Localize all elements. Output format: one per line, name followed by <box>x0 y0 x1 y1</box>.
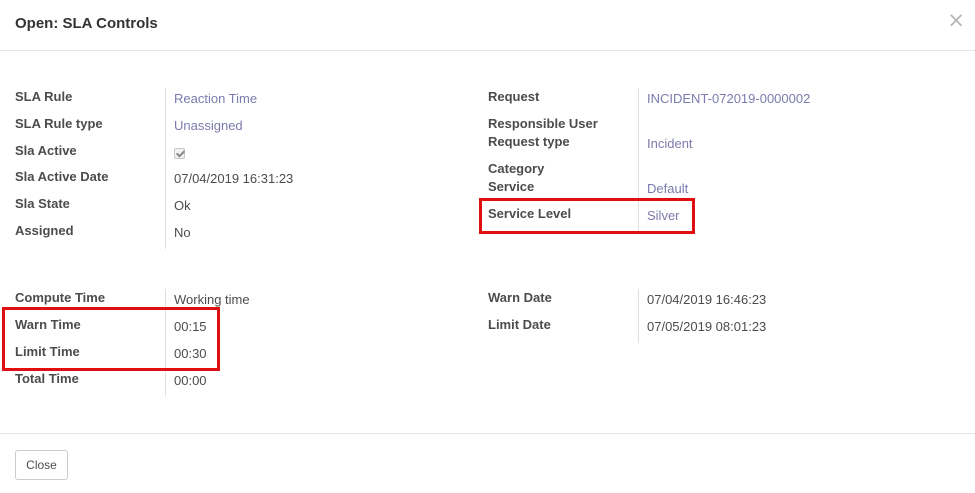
field-divider <box>638 289 639 343</box>
sla-active-checkbox <box>174 148 185 159</box>
field-label-service: Service <box>488 179 535 194</box>
field-value-sla-active-date: 07/04/2019 16:31:23 <box>174 171 294 186</box>
field-label-sla-rule: SLA Rule <box>15 89 73 104</box>
field-label-compute-time: Compute Time <box>15 290 106 305</box>
close-icon[interactable]: × <box>947 8 965 32</box>
field-divider <box>165 88 166 249</box>
field-value-limit-date: 07/05/2019 08:01:23 <box>647 319 767 334</box>
field-label-sla-active: Sla Active <box>15 143 77 158</box>
field-label-sla-state: Sla State <box>15 196 70 211</box>
field-value-compute-time: Working time <box>174 292 250 307</box>
field-value-request-type[interactable]: Incident <box>647 136 693 151</box>
field-value-service[interactable]: Default <box>647 181 688 196</box>
field-label-request: Request <box>488 89 540 104</box>
field-value-sla-rule-type[interactable]: Unassigned <box>174 118 243 133</box>
field-label-request-type: Request type <box>488 134 570 149</box>
field-label-warn-date: Warn Date <box>488 290 552 305</box>
dialog-header: Open: SLA Controls × <box>0 0 975 51</box>
field-label-assigned: Assigned <box>15 223 74 238</box>
close-button[interactable]: Close <box>15 450 68 480</box>
field-value-request[interactable]: INCIDENT-072019-0000002 <box>647 91 810 106</box>
highlight-box-service-level <box>479 198 695 234</box>
field-label-total-time: Total Time <box>15 371 79 386</box>
field-value-assigned: No <box>174 225 191 240</box>
field-value-sla-state: Ok <box>174 198 191 213</box>
field-label-category: Category <box>488 161 545 176</box>
field-label-responsible-user: Responsible User <box>488 116 598 131</box>
field-value-total-time: 00:00 <box>174 373 207 388</box>
field-label-sla-rule-type: SLA Rule type <box>15 116 103 131</box>
dialog-footer <box>0 433 975 493</box>
field-value-sla-rule[interactable]: Reaction Time <box>174 91 257 106</box>
field-label-limit-date: Limit Date <box>488 317 551 332</box>
field-value-warn-date: 07/04/2019 16:46:23 <box>647 292 767 307</box>
field-label-sla-active-date: Sla Active Date <box>15 169 109 184</box>
highlight-box-warn-limit-time <box>2 307 220 371</box>
dialog-title: Open: SLA Controls <box>15 15 158 32</box>
